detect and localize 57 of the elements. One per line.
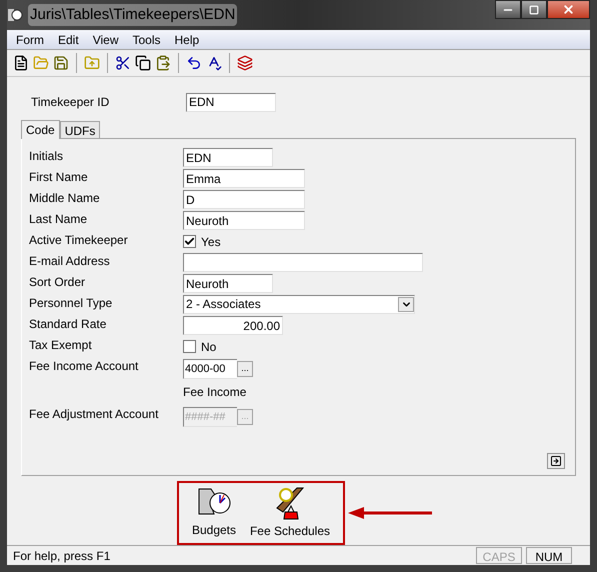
- action-button[interactable]: Fee Schedules: [250, 486, 330, 540]
- timekeeper-id-field[interactable]: EDN: [186, 92, 276, 112]
- window-title: Juris\Tables\Timekeepers\EDN: [28, 4, 238, 26]
- close-button[interactable]: [547, 0, 590, 19]
- undo-icon[interactable]: [186, 55, 202, 71]
- close-icon: [562, 3, 575, 16]
- checkbox[interactable]: [183, 235, 196, 248]
- field-label: Middle Name: [29, 190, 101, 207]
- account-name: Fee Income: [183, 384, 246, 400]
- field-label: Personnel Type: [29, 295, 114, 312]
- field-label: Fee Adjustment Account: [29, 406, 160, 423]
- app-clock-icon: [7, 7, 23, 23]
- timekeeper-id-label: Timekeeper ID: [31, 94, 110, 111]
- checkbox[interactable]: [183, 340, 196, 353]
- rate-field[interactable]: 200.00: [183, 316, 283, 335]
- text-field[interactable]: D: [183, 190, 305, 209]
- personnel-type-dropdown[interactable]: 2 - Associates: [183, 295, 415, 314]
- tab[interactable]: Code: [21, 120, 60, 139]
- status-indicator: CAPS: [476, 547, 522, 564]
- status-indicator: NUM: [526, 547, 572, 564]
- watch-moneybag-icon: [274, 486, 305, 520]
- text-field[interactable]: EDN: [183, 148, 273, 167]
- menu-item[interactable]: Tools: [125, 30, 168, 48]
- menu-item[interactable]: View: [86, 30, 126, 48]
- text-field[interactable]: Neuroth: [183, 211, 305, 230]
- new-file-icon[interactable]: [13, 55, 29, 71]
- next-button[interactable]: [547, 453, 565, 469]
- menu-item[interactable]: Edit: [51, 30, 86, 48]
- field-label: Initials: [29, 148, 64, 165]
- text-field[interactable]: Neuroth: [183, 274, 273, 293]
- field-label: Active Timekeeper: [29, 232, 129, 249]
- menu-item[interactable]: Help: [168, 30, 206, 48]
- minimize-button[interactable]: [495, 0, 521, 19]
- field-label: Standard Rate: [29, 316, 108, 333]
- field-label: E-mail Address: [29, 253, 111, 270]
- scissors-icon[interactable]: [115, 55, 131, 71]
- action-button[interactable]: Budgets: [192, 486, 236, 538]
- menu-item[interactable]: Form: [9, 30, 51, 48]
- text-field[interactable]: Emma: [183, 169, 305, 188]
- field-label: Tax Exempt: [29, 337, 93, 354]
- arrow-right-icon: [550, 455, 562, 467]
- maximize-button[interactable]: [521, 0, 547, 19]
- tab[interactable]: UDFs: [60, 121, 100, 138]
- maximize-icon: [529, 4, 539, 14]
- field-label: Sort Order: [29, 274, 86, 291]
- status-text: For help, press F1: [13, 548, 112, 564]
- field-label: Last Name: [29, 211, 88, 228]
- browse-button[interactable]: ...: [237, 361, 253, 377]
- text-field[interactable]: [183, 253, 423, 272]
- clipboard-icon[interactable]: [155, 55, 171, 71]
- checkbox-label: No: [201, 338, 216, 356]
- account-field[interactable]: 4000-00: [183, 359, 237, 379]
- checkbox-label: Yes: [201, 234, 221, 250]
- layers-icon[interactable]: [237, 55, 253, 71]
- copy-icon[interactable]: [135, 55, 151, 71]
- field-label: First Name: [29, 169, 89, 186]
- field-label: Fee Income Account: [29, 358, 140, 375]
